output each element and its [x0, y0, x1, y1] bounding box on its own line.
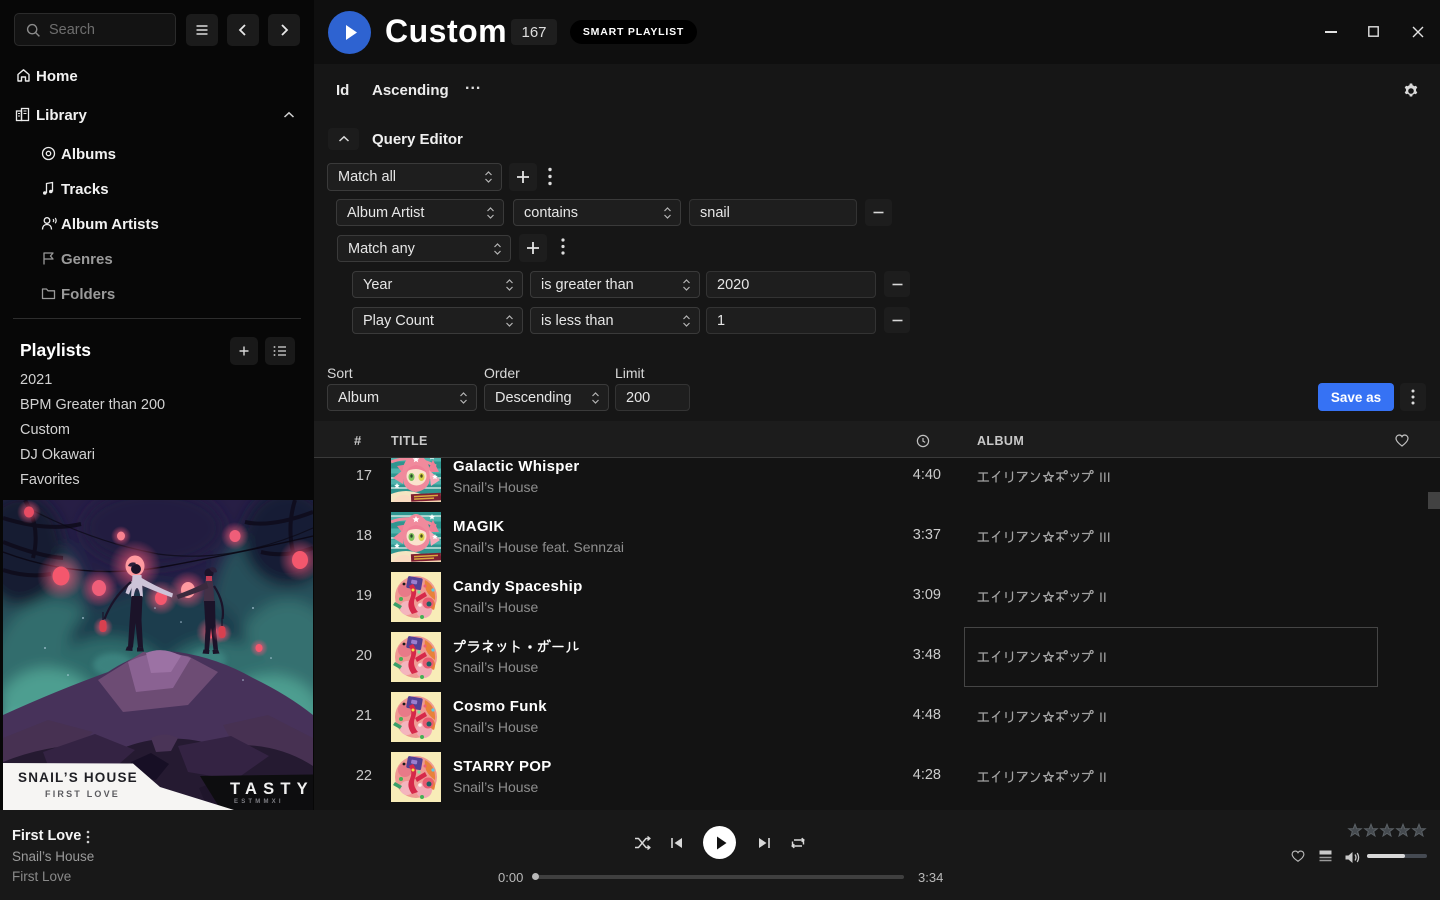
- svg-text:ESTMMXI: ESTMMXI: [234, 799, 284, 805]
- svg-text:FIRST LOVE: FIRST LOVE: [45, 789, 120, 799]
- svg-text:SNAIL’S HOUSE: SNAIL’S HOUSE: [18, 770, 138, 785]
- svg-text:TASTY: TASTY: [230, 780, 313, 798]
